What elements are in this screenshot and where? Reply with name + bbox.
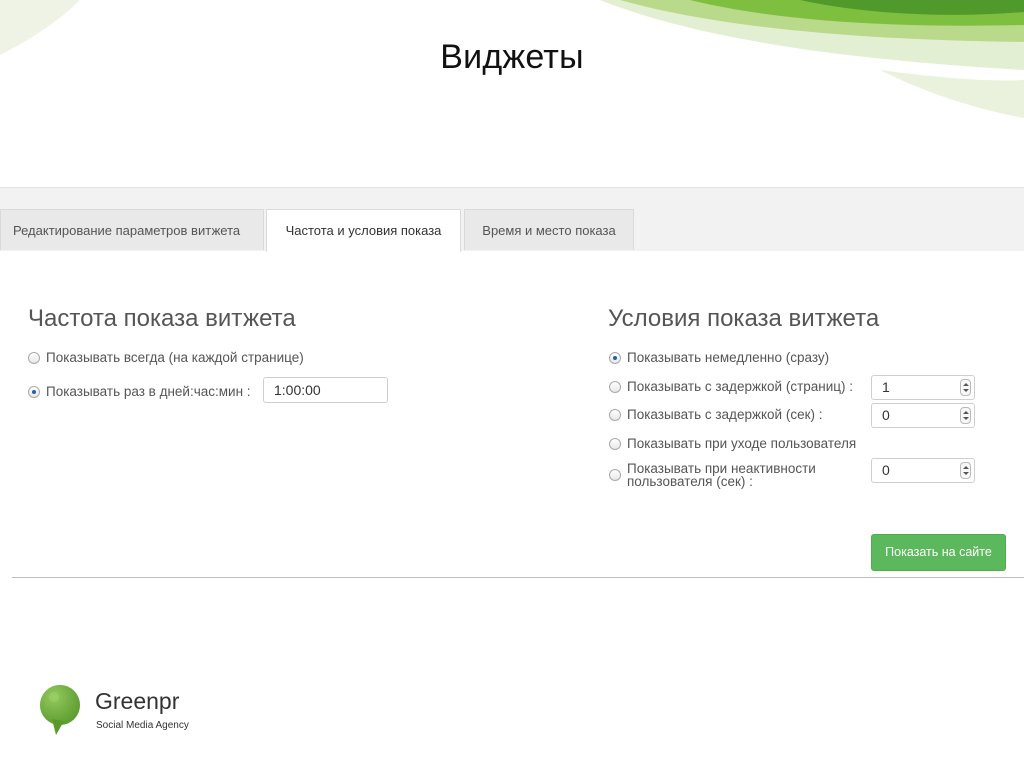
option-label: Показывать при неактивности пользователя…: [627, 461, 816, 489]
app-top-bar: [0, 187, 1024, 210]
tab-frequency-conditions[interactable]: Частота и условия показа: [266, 209, 461, 252]
radio-button[interactable]: [28, 351, 40, 364]
radio-button[interactable]: [609, 408, 621, 421]
stepper-value: 1: [882, 379, 890, 395]
slide-title: Виджеты: [440, 38, 584, 76]
stepper-value: 0: [882, 462, 890, 478]
interval-input[interactable]: 1:00:00: [263, 377, 388, 403]
condition-option-delay-seconds[interactable]: Показывать с задержкой (сек) :: [609, 407, 823, 422]
option-label: Показывать с задержкой (сек) :: [627, 407, 823, 422]
delay-pages-stepper[interactable]: 1: [871, 375, 975, 400]
radio-button[interactable]: [609, 437, 621, 450]
condition-option-exit[interactable]: Показывать при уходе пользователя: [609, 436, 856, 451]
inactivity-seconds-stepper[interactable]: 0: [871, 458, 975, 483]
stepper-value: 0: [882, 407, 890, 423]
radio-button-checked[interactable]: [28, 385, 40, 398]
option-label: Показывать всегда (на каждой странице): [46, 350, 304, 365]
divider: [12, 577, 1024, 578]
option-label: Показывать раз в дней:час:мин :: [46, 384, 251, 399]
condition-option-immediate[interactable]: Показывать немедленно (сразу): [609, 350, 829, 365]
brand-tagline: Social Media Agency: [96, 720, 189, 731]
stepper-arrows-icon[interactable]: [960, 407, 971, 424]
stepper-arrows-icon[interactable]: [960, 462, 971, 479]
delay-seconds-stepper[interactable]: 0: [871, 403, 975, 428]
frequency-option-always[interactable]: Показывать всегда (на каждой странице): [28, 350, 304, 365]
condition-option-delay-pages[interactable]: Показывать с задержкой (страниц) :: [609, 379, 853, 394]
stepper-arrows-icon[interactable]: [960, 379, 971, 396]
frequency-section-title: Частота показа витжета: [28, 305, 296, 332]
condition-option-inactivity[interactable]: Показывать при неактивности пользователя…: [609, 462, 857, 488]
option-label: Показывать при уходе пользователя: [627, 436, 857, 451]
frequency-option-interval[interactable]: Показывать раз в дней:час:мин :: [28, 384, 251, 399]
tab-time-place[interactable]: Время и место показа: [464, 209, 634, 250]
radio-button[interactable]: [609, 380, 621, 393]
radio-button-checked[interactable]: [609, 351, 621, 364]
tab-edit-params[interactable]: Редактирование параметров витжета: [0, 209, 264, 250]
radio-button[interactable]: [609, 469, 621, 481]
decorative-swoosh: [0, 0, 1024, 118]
conditions-section-title: Условия показа витжета: [608, 305, 880, 332]
option-label: Показывать с задержкой (страниц) :: [627, 379, 854, 394]
option-label: Показывать немедленно (сразу): [627, 350, 830, 365]
show-on-site-button[interactable]: Показать на сайте: [871, 534, 1006, 571]
brand-name: Greenpr: [95, 688, 180, 714]
